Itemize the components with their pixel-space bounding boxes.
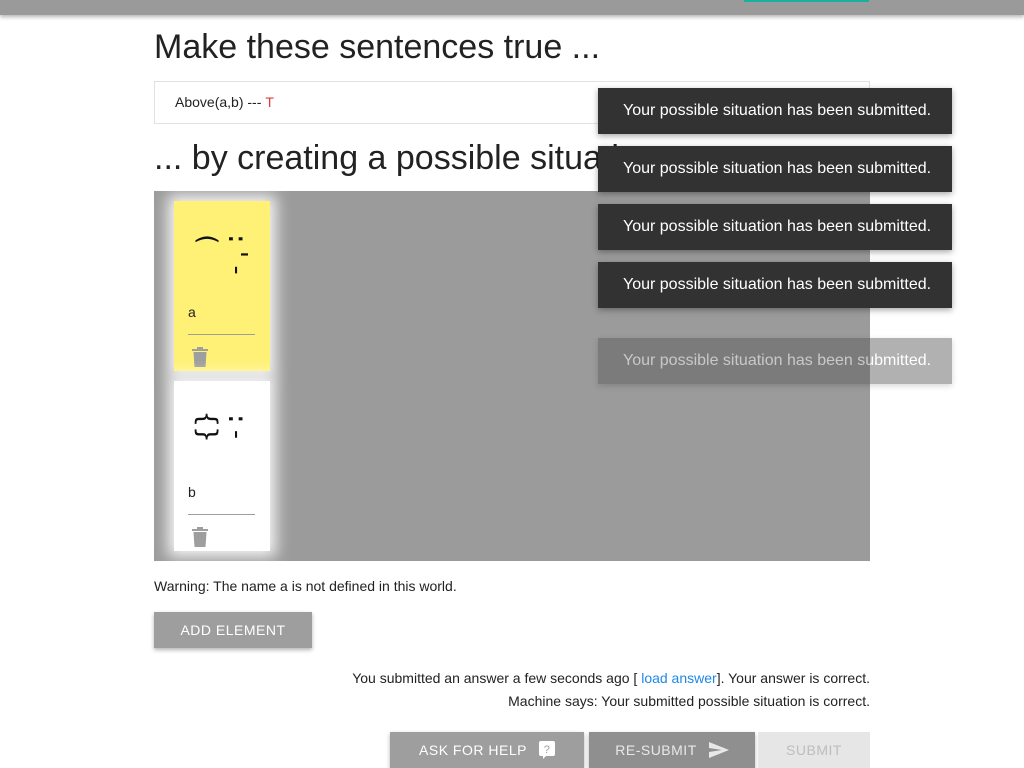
submission-status: You submitted an answer a few seconds ag… xyxy=(352,670,870,686)
world-element-b[interactable]: :-{} b xyxy=(174,381,270,551)
toast-notification: Your possible situation has been submitt… xyxy=(598,146,952,192)
top-app-bar xyxy=(0,0,1024,15)
svg-text:?: ? xyxy=(544,744,551,756)
question-icon: ? xyxy=(538,741,555,759)
resubmit-button[interactable]: RE-SUBMIT xyxy=(589,732,755,768)
trash-icon[interactable] xyxy=(192,347,208,367)
send-icon xyxy=(708,742,729,758)
toast-notification: Your possible situation has been submitt… xyxy=(598,338,952,384)
load-answer-link[interactable]: load answer xyxy=(641,670,717,686)
world-element-a[interactable]: :'-( a xyxy=(174,201,270,371)
top-bar-accent xyxy=(744,0,869,2)
toast-notification: Your possible situation has been submitt… xyxy=(598,262,952,308)
status-prefix: You submitted an answer a few seconds ag… xyxy=(352,670,638,686)
trash-icon[interactable] xyxy=(192,527,208,547)
sentence-item: Above(a,b) --- T xyxy=(175,94,274,110)
toast-notification: Your possible situation has been submitt… xyxy=(598,88,952,134)
element-name-field[interactable]: a xyxy=(188,304,255,335)
machine-status: Machine says: Your submitted possible si… xyxy=(508,693,870,709)
world-heading: ... by creating a possible situation xyxy=(154,139,657,177)
ask-for-help-button[interactable]: ASK FOR HELP ? xyxy=(390,732,584,768)
resubmit-label: RE-SUBMIT xyxy=(615,742,697,758)
toast-notification: Your possible situation has been submitt… xyxy=(598,204,952,250)
element-face: :'-( xyxy=(192,231,252,278)
warning-message: Warning: The name a is not defined in th… xyxy=(154,578,457,594)
submit-button[interactable]: SUBMIT xyxy=(758,732,870,768)
ask-for-help-label: ASK FOR HELP xyxy=(419,742,527,758)
element-face: :-{} xyxy=(192,411,252,443)
sentence-formula: Above(a,b) --- xyxy=(175,94,262,110)
sentence-truth-value: T xyxy=(265,94,274,110)
add-element-button[interactable]: ADD ELEMENT xyxy=(154,612,312,648)
page-title: Make these sentences true ... xyxy=(154,28,601,66)
element-name-field[interactable]: b xyxy=(188,484,255,515)
status-suffix: ]. Your answer is correct. xyxy=(716,670,870,686)
